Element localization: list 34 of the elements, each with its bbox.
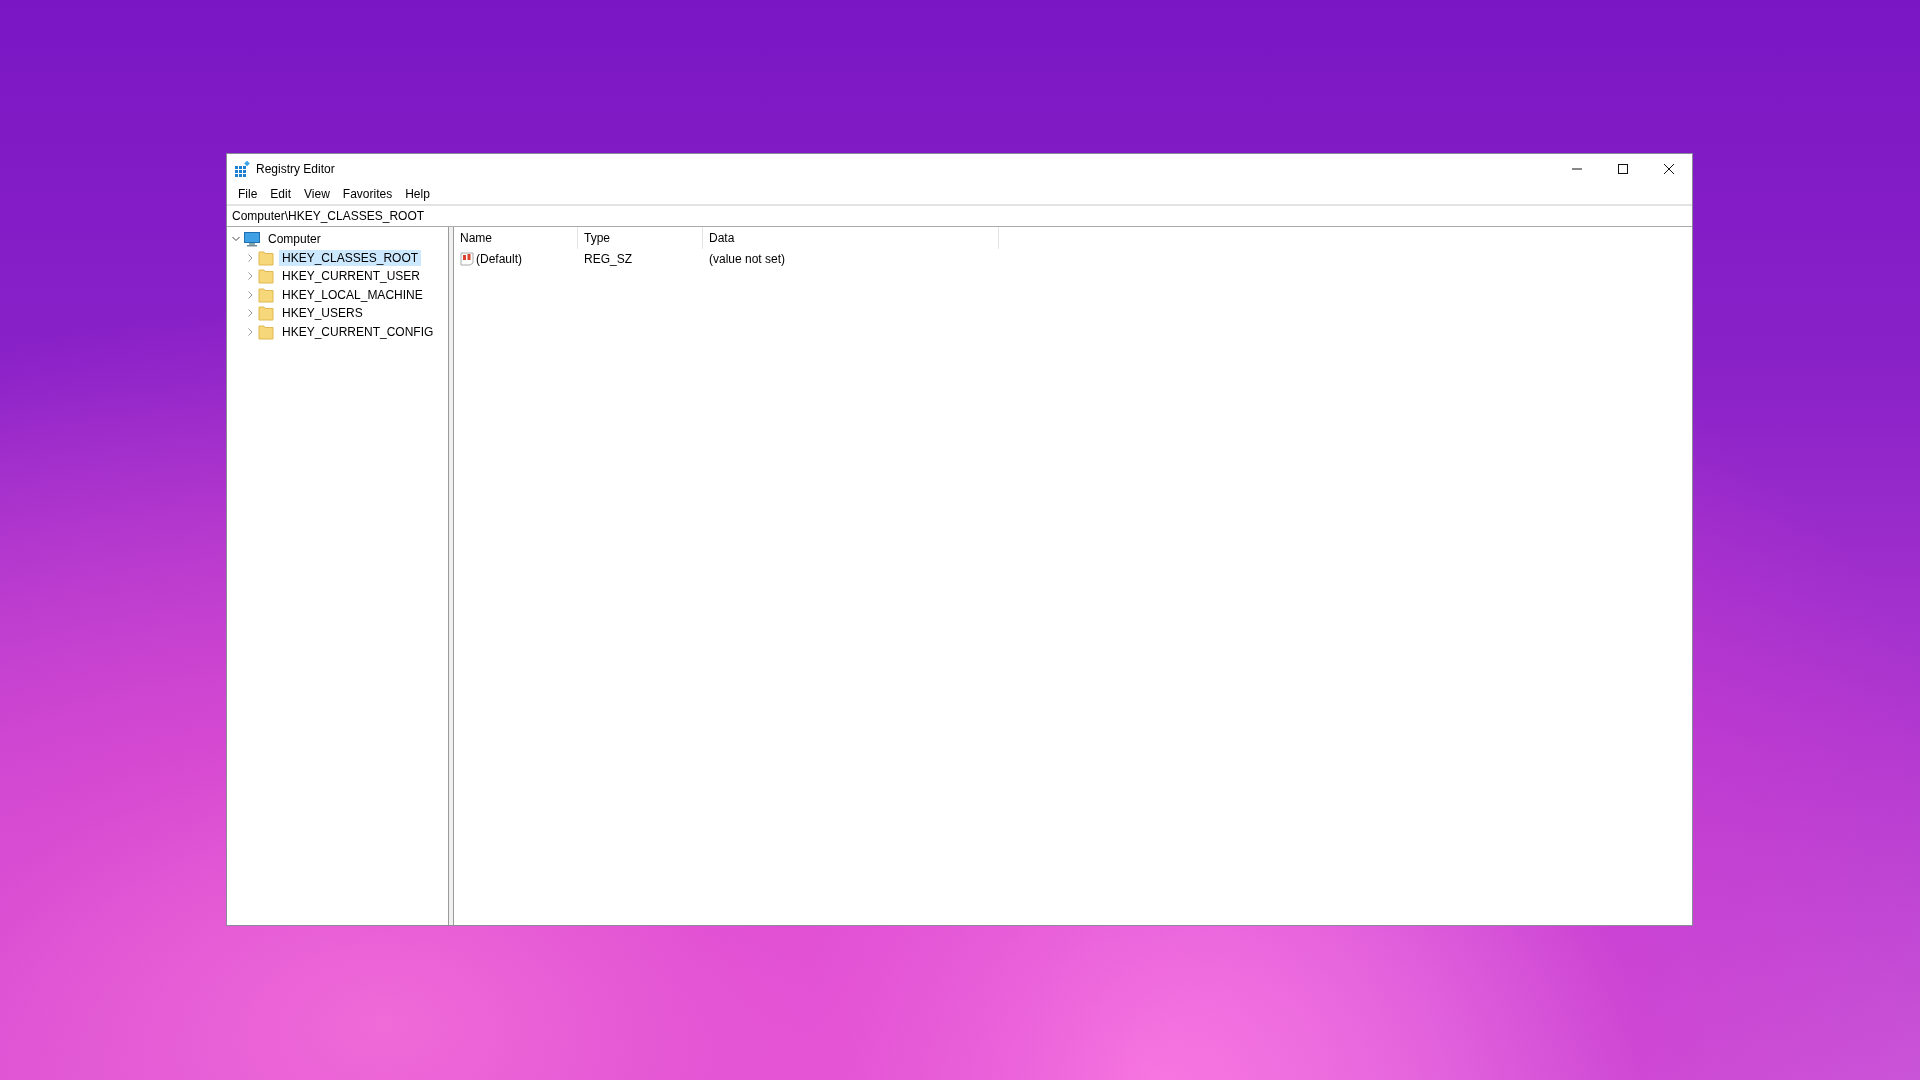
- close-icon: [1664, 164, 1674, 174]
- menu-item[interactable]: View: [299, 187, 335, 201]
- column-header[interactable]: Type: [578, 227, 703, 249]
- tree-item[interactable]: HKEY_CURRENT_USER: [279, 268, 424, 285]
- tree-item[interactable]: HKEY_CURRENT_CONFIG: [279, 323, 437, 340]
- chevron-right-icon[interactable]: [245, 271, 255, 282]
- tree-item[interactable]: HKEY_CLASSES_ROOT: [279, 249, 422, 266]
- column-header[interactable]: Data: [703, 227, 999, 249]
- menu-item[interactable]: File: [233, 187, 263, 201]
- chevron-right-icon[interactable]: [245, 289, 255, 300]
- menu-item[interactable]: Help: [400, 187, 435, 201]
- registry-cubes-icon: [234, 161, 250, 177]
- chevron-right-icon[interactable]: [245, 308, 255, 319]
- maximize-icon: [1618, 164, 1628, 174]
- tree-item[interactable]: HKEY_LOCAL_MACHINE: [279, 286, 426, 303]
- monitor-icon: [244, 231, 260, 248]
- value-type: REG_SZ: [583, 252, 633, 266]
- tree-item[interactable]: Computer: [265, 231, 324, 248]
- folder-icon: [258, 305, 274, 322]
- column-header[interactable]: Name: [454, 227, 578, 249]
- value-data: (value not set): [708, 252, 787, 266]
- folder-icon: [258, 323, 274, 340]
- string-value-icon: [460, 252, 474, 266]
- menu-item[interactable]: Edit: [265, 187, 297, 201]
- folder-icon: [258, 286, 274, 303]
- chevron-right-icon[interactable]: [245, 326, 255, 337]
- window-title: Registry Editor: [256, 162, 335, 176]
- folder-icon: [258, 268, 274, 285]
- folder-icon: [258, 249, 274, 266]
- address-field[interactable]: Computer\HKEY_CLASSES_ROOT: [227, 206, 1692, 227]
- menu-item[interactable]: Favorites: [337, 187, 398, 201]
- tree-item[interactable]: HKEY_USERS: [279, 305, 366, 322]
- value-name[interactable]: (Default): [476, 252, 522, 266]
- chevron-right-icon[interactable]: [245, 252, 255, 263]
